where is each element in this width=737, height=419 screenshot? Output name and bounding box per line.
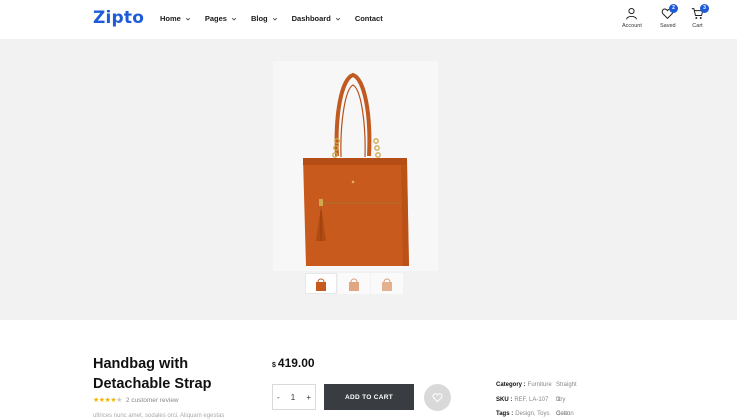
handbag-image: ◆ [303,72,409,266]
nav-blog-label: Blog [250,14,268,23]
saved-label: Saved [660,23,676,29]
heart-icon [432,393,443,403]
qty-value[interactable]: 1 [291,393,295,402]
product-title: Handbag with Detachable Strap [93,356,212,392]
add-to-cart-button[interactable]: ADD TO CART [324,384,414,410]
nav-dashboard[interactable]: Dashboard [292,14,341,23]
wishlist-button[interactable] [424,384,451,411]
product-gallery: ◆ [0,39,737,320]
thumbnail-back[interactable] [371,273,403,294]
saved-button[interactable]: 2 Saved [660,4,678,29]
header-actions: Account 2 Saved 3 Cart [617,4,737,37]
product-rating: ★★★★★ 2 customer review [93,396,179,405]
cart-button[interactable]: 3 Cart [691,4,709,29]
nav-contact-label: Contact [354,14,383,23]
thumbnail-front[interactable] [305,273,337,294]
account-button[interactable]: Account [622,7,642,29]
site-header: Zipto Home Pages Blog Dashboard Contact … [0,0,737,39]
price-value: 419.00 [277,356,315,370]
stars-filled: ★★★★ [93,397,117,404]
nav-dashboard-label: Dashboard [291,14,331,23]
user-icon [626,7,638,20]
chevron-down-icon [231,17,237,20]
meta-category: Category : Furniture Straight fit [496,378,577,403]
cart-label: Cart [692,23,703,29]
nav-blog[interactable]: Blog [251,14,278,23]
meta-sku: SKU : REF. LA-107 Dry clean [496,393,570,418]
nav-pages[interactable]: Pages [205,14,237,23]
review-count-link[interactable]: 2 customer review [126,397,179,404]
account-label: Account [622,23,642,29]
logo[interactable]: Zipto [93,8,144,28]
stars-empty: ★ [116,397,122,404]
category-value[interactable]: Furniture [528,378,552,393]
handbag-back-thumb [382,278,392,291]
saved-count-badge: 2 [669,4,678,13]
rating-stars: ★★★★★ [93,396,122,404]
nav-contact[interactable]: Contact [355,14,383,23]
quantity-stepper: - 1 + [272,384,316,410]
sku-key: SKU : [496,396,513,403]
product-description: ultrices nunc amet, sodales orci. Aliqua… [93,413,225,419]
product-meta: Category : Furniture Straight fit SKU : … [496,378,577,419]
category-key: Category : [496,382,526,388]
price-currency: $ [272,362,276,369]
nav-pages-label: Pages [204,14,227,23]
main-nav: Home Pages Blog Dashboard Contact [160,14,397,23]
handbag-side-thumb [349,278,359,291]
thumbnail-side[interactable] [338,273,370,294]
nav-home[interactable]: Home [160,14,191,23]
thumbnail-strip [305,273,403,294]
tags-extra: Cotton shirt [556,411,574,417]
product-price: $419.00 [272,356,315,370]
chevron-down-icon [335,17,340,20]
nav-home-label: Home [160,14,181,23]
handbag-front-thumb [316,278,326,291]
chevron-down-icon [272,17,277,20]
product-main-image[interactable]: ◆ [273,61,438,271]
qty-plus-button[interactable]: + [306,393,311,402]
tags-value[interactable]: Design, Toys [515,407,549,419]
tags-key: Tags : [496,411,514,417]
chevron-down-icon [185,17,190,20]
sku-value: REF. LA-107 [514,396,549,403]
qty-minus-button[interactable]: - [277,393,280,402]
meta-tags: Tags : Design, Toys Cotton shirt [496,407,574,419]
cart-count-badge: 3 [700,4,709,13]
